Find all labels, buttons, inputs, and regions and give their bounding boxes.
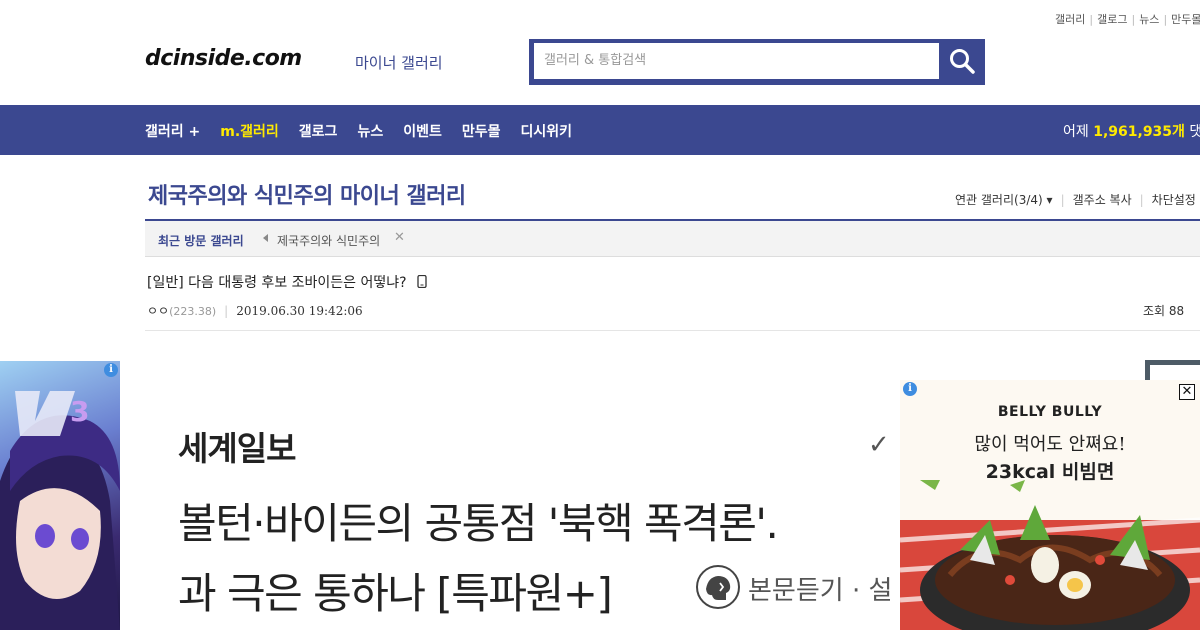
right-ad-banner[interactable]: BELLY BULLY 많이 먹어도 안쪄요! 23kcal 비빔면 i ✕ <box>900 380 1200 630</box>
post-meta: ㅇㅇ(223.38) | 2019.06.30 19:42:06 <box>147 304 363 318</box>
nav-news[interactable]: 뉴스 <box>357 124 383 140</box>
post-divider <box>145 330 1200 331</box>
nav-wiki[interactable]: 디시위키 <box>520 124 572 140</box>
recent-visits-bar: 최근 방문 갤러리 제국주의와 식민주의 ✕ <box>145 221 1200 257</box>
search-input[interactable]: 갤러리 & 통합검색 <box>534 43 939 79</box>
listen-label: 본문듣기 · 설 <box>748 576 893 606</box>
nav-stats: 어제 1,961,935개 댓글 <box>1063 124 1200 140</box>
right-widget-frame <box>1145 360 1200 382</box>
recent-gallery-item[interactable]: 제국주의와 식민주의 <box>277 232 380 249</box>
block-settings-button[interactable]: 차단설정 <box>1152 193 1196 207</box>
nav-event[interactable]: 이벤트 <box>403 124 442 140</box>
gallery-title[interactable]: 제국주의와 식민주의 마이너 갤러리 <box>148 178 466 210</box>
minor-gallery-label[interactable]: 마이너 갤러리 <box>355 52 443 73</box>
check-icon: ✓ <box>868 430 890 460</box>
util-link-gallog[interactable]: 갤로그 <box>1097 13 1127 26</box>
search-bar: 갤러리 & 통합검색 <box>529 39 985 85</box>
listen-icon <box>696 565 740 609</box>
search-icon <box>950 49 975 74</box>
ad-brand: BELLY BULLY <box>997 404 1103 420</box>
article-headline-line2: 과 극은 통하나 [특파원+] <box>178 569 613 618</box>
ad-slogan: 많이 먹어도 안쪄요! <box>974 434 1126 455</box>
search-button[interactable] <box>944 43 980 79</box>
nav-gallog[interactable]: 갤로그 <box>299 124 338 140</box>
caret-down-icon: ▾ <box>1046 193 1053 207</box>
copy-address-button[interactable]: 갤주소 복사 <box>1073 193 1132 207</box>
util-link-mall[interactable]: 만두몰 <box>1171 13 1200 26</box>
anime-character-image: 3 <box>0 391 120 630</box>
left-ad-banner[interactable]: 3 i <box>0 361 120 630</box>
nav-gallery[interactable]: 갤러리 + <box>145 124 200 140</box>
ad-info-icon[interactable]: i <box>104 363 118 377</box>
ad-info-icon-right[interactable]: i <box>903 382 917 396</box>
mobile-icon <box>417 274 427 289</box>
article-publisher: 세계일보 <box>178 429 296 468</box>
nav-mall[interactable]: 만두몰 <box>462 124 501 140</box>
post-date: 2019.06.30 19:42:06 <box>236 304 363 318</box>
nav-m-gallery[interactable]: m.갤러리 <box>220 124 279 140</box>
svg-text:3: 3 <box>70 395 89 428</box>
site-logo[interactable]: dcinside.com <box>145 46 302 71</box>
recent-visits-label: 최근 방문 갤러리 <box>158 234 244 248</box>
util-link-gallery[interactable]: 갤러리 <box>1055 13 1085 26</box>
close-icon[interactable]: ✕ <box>394 230 405 245</box>
post-author[interactable]: ㅇㅇ <box>147 304 169 318</box>
gallery-tools: 연관 갤러리(3/4) ▾ | 갤주소 복사 | 차단설정 <box>955 193 1196 207</box>
ad-close-button[interactable]: ✕ <box>1179 384 1195 400</box>
article-headline-line1: 볼턴·바이든의 공통점 '북핵 폭격론'. <box>178 499 779 548</box>
noodle-dish-image <box>900 480 1200 630</box>
arrow-left-icon[interactable] <box>263 234 268 242</box>
post-title: [일반] 다음 대통령 후보 조바이든은 어떻냐? <box>147 272 427 292</box>
related-gallery-dropdown[interactable]: 연관 갤러리(3/4) ▾ <box>955 193 1053 207</box>
post-views: 조회 88 <box>1143 304 1185 318</box>
main-nav: 갤러리 + m.갤러리 갤로그 뉴스 이벤트 만두몰 디시위키 어제 1,961,935개 … <box>0 105 1200 155</box>
util-link-news[interactable]: 뉴스 <box>1139 13 1159 26</box>
post-ip: (223.38) <box>169 305 217 318</box>
utility-links: 갤러리 | 갤로그 | 뉴스 | 만두몰 <box>1055 13 1200 26</box>
